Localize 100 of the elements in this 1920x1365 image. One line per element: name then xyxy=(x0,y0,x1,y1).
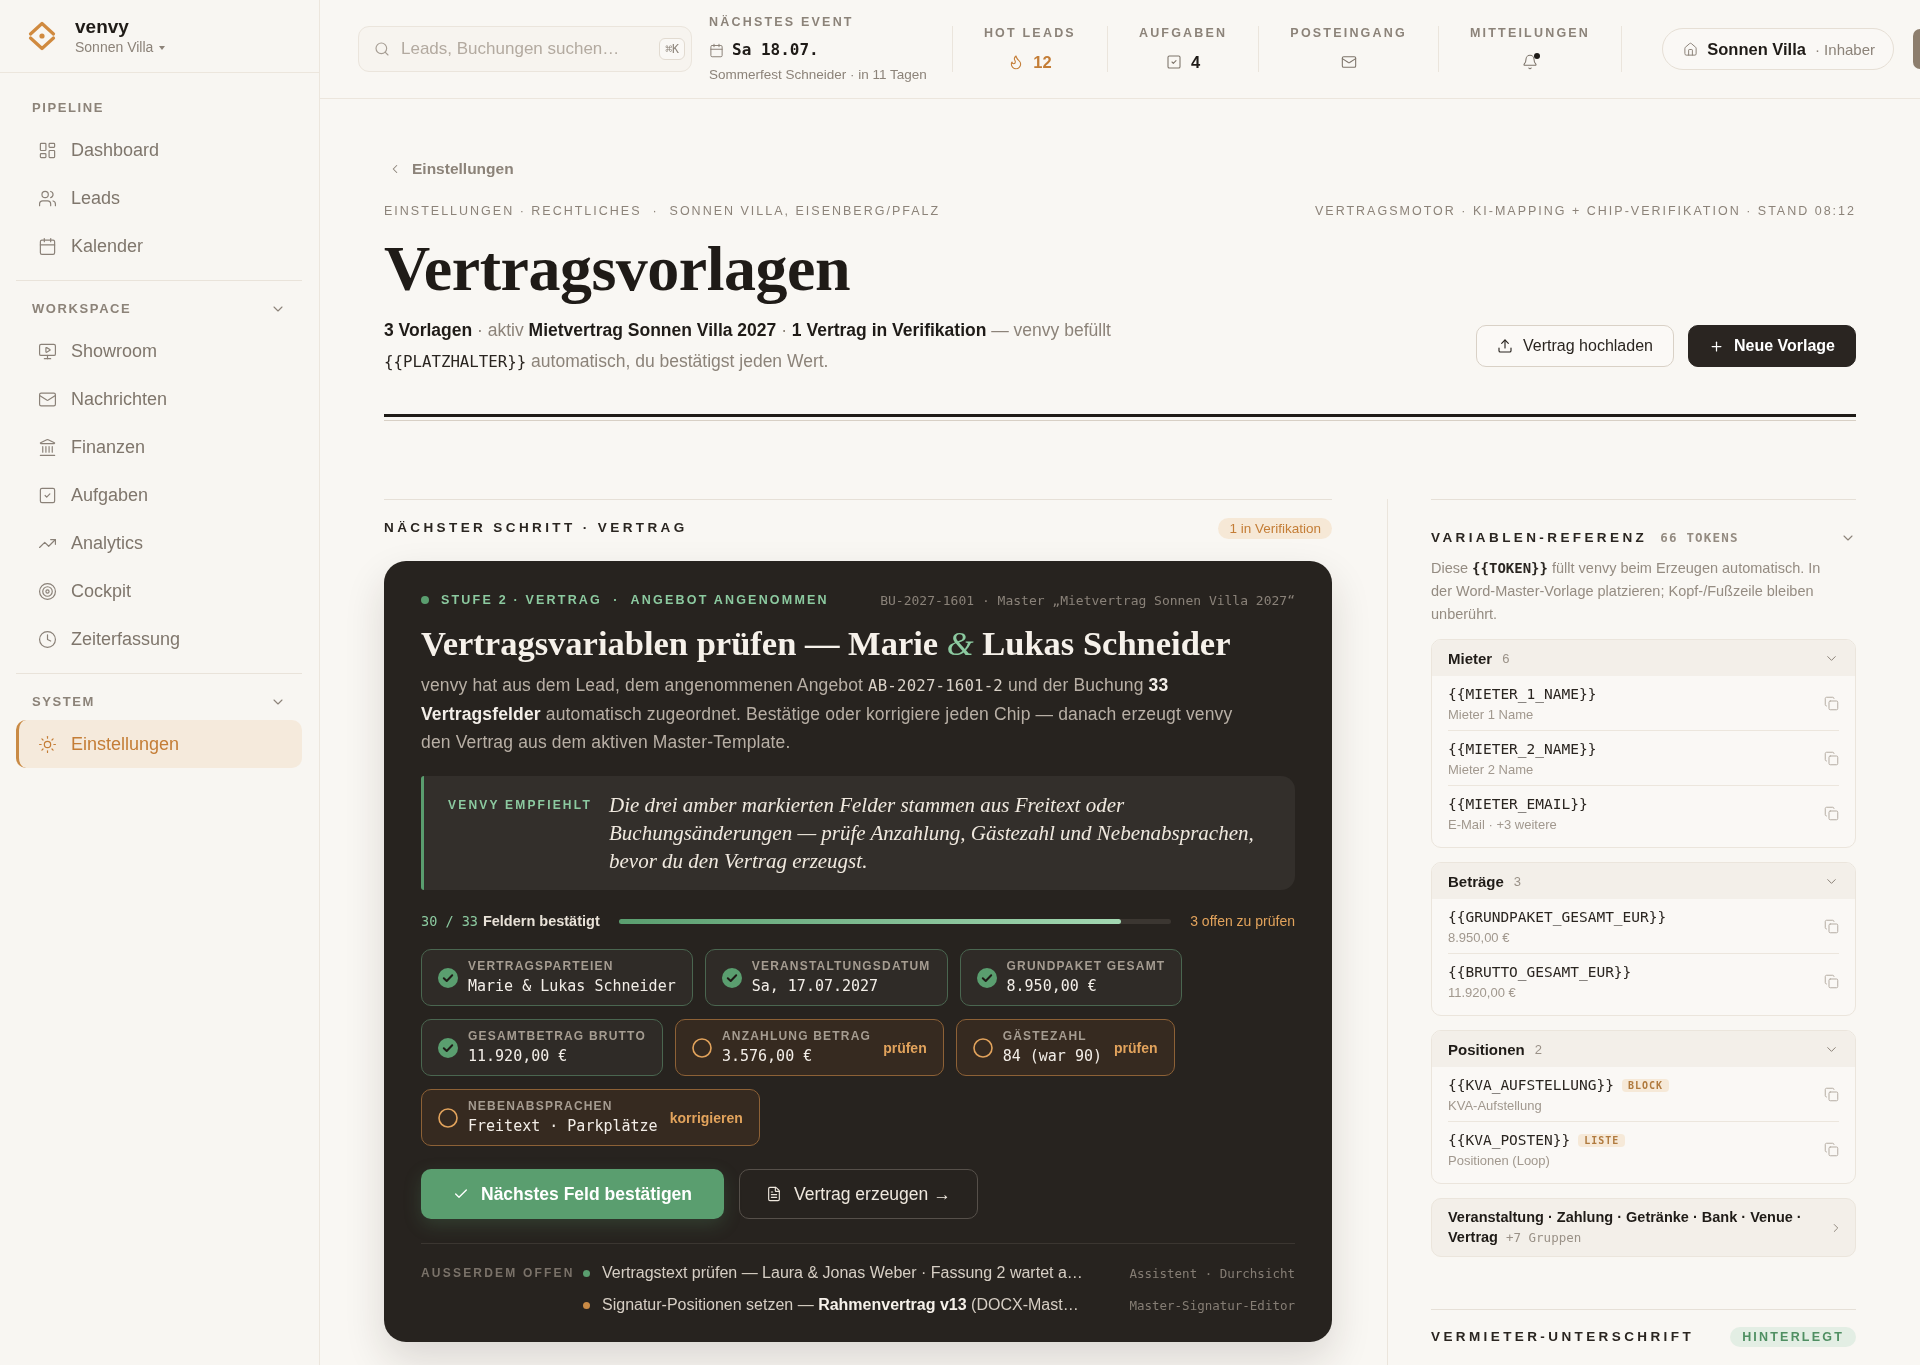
nav-item[interactable]: Aufgaben xyxy=(16,471,302,519)
nav-item[interactable]: Nachrichten xyxy=(16,375,302,423)
chip-label: NEBENABSPRACHEN xyxy=(468,1099,614,1113)
document-icon xyxy=(766,1186,783,1202)
nav-item[interactable]: Cockpit xyxy=(16,567,302,615)
event-detail: Sommerfest Schneider · in 11 Tagen xyxy=(709,66,927,83)
copy-icon[interactable] xyxy=(1824,1142,1839,1157)
mail-icon[interactable] xyxy=(1340,54,1357,70)
field-chip[interactable]: GRUNDPAKET GESAMT 8.950,00 € xyxy=(959,949,1183,1006)
bell-icon[interactable] xyxy=(1522,54,1538,70)
new-template-button[interactable]: Neue Vorlage xyxy=(1687,325,1856,367)
group-name[interactable]: Positionen xyxy=(1448,1040,1525,1058)
task-meta: Assistent · Durchsicht xyxy=(1129,1265,1295,1281)
stat-value: 4 xyxy=(1191,52,1201,72)
checkbox-icon[interactable] xyxy=(1166,54,1183,70)
field-chip[interactable]: GESAMTBETRAG BRUTTO 11.920,00 € xyxy=(421,1019,663,1076)
chip-label: VERANSTALTUNGSDATUM xyxy=(751,959,931,973)
nav-item[interactable]: Dashboard xyxy=(16,126,302,174)
token-name: {{MIETER_2_NAME}} xyxy=(1448,740,1597,759)
section-title: NÄCHSTER SCHRITT · VERTRAG xyxy=(384,520,688,536)
copy-icon[interactable] xyxy=(1824,806,1839,821)
nav-item[interactable]: Zeiterfassung xyxy=(16,615,302,663)
copy-icon[interactable] xyxy=(1824,919,1839,934)
open-task-link[interactable]: Signatur-Positionen setzen — Rahmenvertrag v13 (DOCX-Mast… xyxy=(602,1296,1079,1314)
chip-label: GÄSTEZAHL xyxy=(1002,1029,1088,1043)
open-task-link[interactable]: Vertragstext prüfen — Laura & Jonas Weber · Fassung 2 wartet a… xyxy=(602,1264,1083,1282)
brand-name: venvy xyxy=(75,16,130,38)
chip-value: 3.576,00 € xyxy=(721,1046,814,1066)
search-icon xyxy=(374,41,390,57)
card-description: venvy hat aus dem Lead, dem angenommenen Angebot AB-2027-1601-2 und der Buchung 33 Vertragsfelder automatisch zugeordnet. Bestätige oder korrigiere jeden Chip — danach erzeugt venvy den Vertrag aus dem aktiven Master-Template. xyxy=(421,674,1234,754)
chip-action-link[interactable]: prüfen xyxy=(1114,1039,1158,1056)
event-date[interactable]: Sa 18.07. xyxy=(732,39,819,61)
page-summary: 3 Vorlagen · aktiv Mietvertrag Sonnen Villa 2027 · 1 Vertrag in Verifikation — venvy befüllt {{PLATZHALTER}} automatisch, du bestätigst jeden Wert. xyxy=(384,319,1112,373)
check-circle-icon[interactable] xyxy=(438,1037,458,1058)
calendar-icon xyxy=(38,236,57,256)
sun-icon xyxy=(38,734,57,754)
also-open-label: AUSSERDEM OFFEN xyxy=(421,1265,571,1282)
nav-item[interactable]: Showroom xyxy=(16,327,302,375)
copy-icon[interactable] xyxy=(1824,1087,1839,1102)
account-button[interactable]: Sonnen Villa · Inhaber xyxy=(1662,28,1894,70)
bank-icon xyxy=(38,437,57,457)
group-count: 2 xyxy=(1534,1041,1542,1057)
empty-circle-icon[interactable] xyxy=(691,1037,712,1058)
chip-value: Marie & Lukas Schneider xyxy=(468,976,676,996)
nav-item[interactable]: Finanzen xyxy=(16,423,302,471)
nav-section-label: WORKSPACE xyxy=(32,301,132,317)
nav-item[interactable]: Leads xyxy=(16,174,302,222)
grid-icon xyxy=(38,140,57,160)
caret-icon[interactable] xyxy=(159,45,166,50)
section-title: VARIABLEN-REFERENZ xyxy=(1431,530,1648,546)
people-icon xyxy=(38,188,57,208)
stat-value: 12 xyxy=(1033,52,1052,72)
chip-value: 11.920,00 € xyxy=(468,1046,569,1066)
check-circle-icon[interactable] xyxy=(438,967,458,988)
status-badge: 1 in Verifikation xyxy=(1218,517,1332,539)
stat-label: HOT LEADS xyxy=(983,26,1076,40)
calendar-icon xyxy=(709,42,724,58)
token-hint: Mieter 2 Name xyxy=(1448,761,1535,778)
progress-label: 30 / 33 Feldern bestätigt xyxy=(421,913,600,929)
group-count: 3 xyxy=(1513,873,1522,889)
field-chip[interactable]: VERANSTALTUNGSDATUM Sa, 17.07.2027 xyxy=(704,949,948,1006)
variables-description: Diese {{TOKEN}} füllt venvy beim Erzeugen automatisch. In der Word-Master-Vorlage platzieren; Kopf-/Fußzeile bleiben unberührt. xyxy=(1431,559,1822,624)
venue-name[interactable]: Sonnen Villa xyxy=(75,39,154,56)
field-chip[interactable]: VERTRAGSPARTEIEN Marie & Lukas Schneider xyxy=(421,949,693,1006)
nav-item[interactable]: Analytics xyxy=(16,519,302,567)
logo-icon xyxy=(28,21,56,51)
target-icon xyxy=(38,581,57,601)
stat-label: MITTEILUNGEN xyxy=(1469,26,1591,40)
empty-circle-icon[interactable] xyxy=(972,1037,993,1058)
section-title: VERMIETER-UNTERSCHRIFT xyxy=(1431,1329,1695,1345)
nav-item[interactable]: Kalender xyxy=(16,222,302,270)
chip-action-link[interactable]: prüfen xyxy=(883,1039,927,1056)
copy-icon[interactable] xyxy=(1824,974,1839,989)
upload-button[interactable]: Vertrag hochladen xyxy=(1476,325,1674,367)
recommendation-text: Die drei amber markierten Felder stammen aus Freitext oder Buchungsänderungen — prüfe Anzahlung, Gästezahl und Nebenabsprachen, bevor du den Vertrag erzeugst. xyxy=(609,792,1255,875)
group-name[interactable]: Mieter xyxy=(1448,649,1493,667)
upload-icon xyxy=(1497,338,1514,354)
copy-icon[interactable] xyxy=(1824,751,1839,766)
avatar[interactable] xyxy=(1913,29,1920,69)
field-chip[interactable]: ANZAHLUNG BETRAG 3.576,00 € prüfen xyxy=(674,1019,944,1076)
check-circle-icon[interactable] xyxy=(976,967,997,988)
recommendation-label: VENVY EMPFIEHLT xyxy=(448,797,590,814)
empty-circle-icon[interactable] xyxy=(438,1107,458,1128)
group-name[interactable]: Beträge xyxy=(1448,872,1504,890)
token-tag: LISTE xyxy=(1578,1133,1626,1147)
token-hint: Positionen (Loop) xyxy=(1448,1152,1551,1169)
chip-label: GESAMTBETRAG BRUTTO xyxy=(468,1029,646,1043)
token-hint: KVA-Aufstellung xyxy=(1448,1097,1543,1114)
stat-label: AUFGABEN xyxy=(1138,26,1228,40)
chip-value: 8.950,00 € xyxy=(1006,976,1098,996)
check-circle-icon[interactable] xyxy=(721,967,742,988)
copy-icon[interactable] xyxy=(1824,696,1839,711)
more-groups-button[interactable]: Veranstaltung · Zahlung · Getränke · Bank · Venue · Vertrag +7 Gruppen xyxy=(1431,1198,1856,1257)
chip-action-link[interactable]: korrigieren xyxy=(669,1109,743,1126)
field-chip[interactable]: GÄSTEZAHL 84 (war 90) prüfen xyxy=(955,1019,1175,1076)
status-badge: HINTERLEGT xyxy=(1730,1327,1856,1347)
generate-button[interactable]: Vertrag erzeugen → xyxy=(739,1169,978,1219)
token-name: {{KVA_POSTEN}} xyxy=(1448,1131,1571,1150)
field-chip[interactable]: NEBENABSPRACHEN Freitext · Parkplätze korrigieren xyxy=(421,1089,760,1146)
token-hint: 8.950,00 € xyxy=(1448,929,1511,946)
